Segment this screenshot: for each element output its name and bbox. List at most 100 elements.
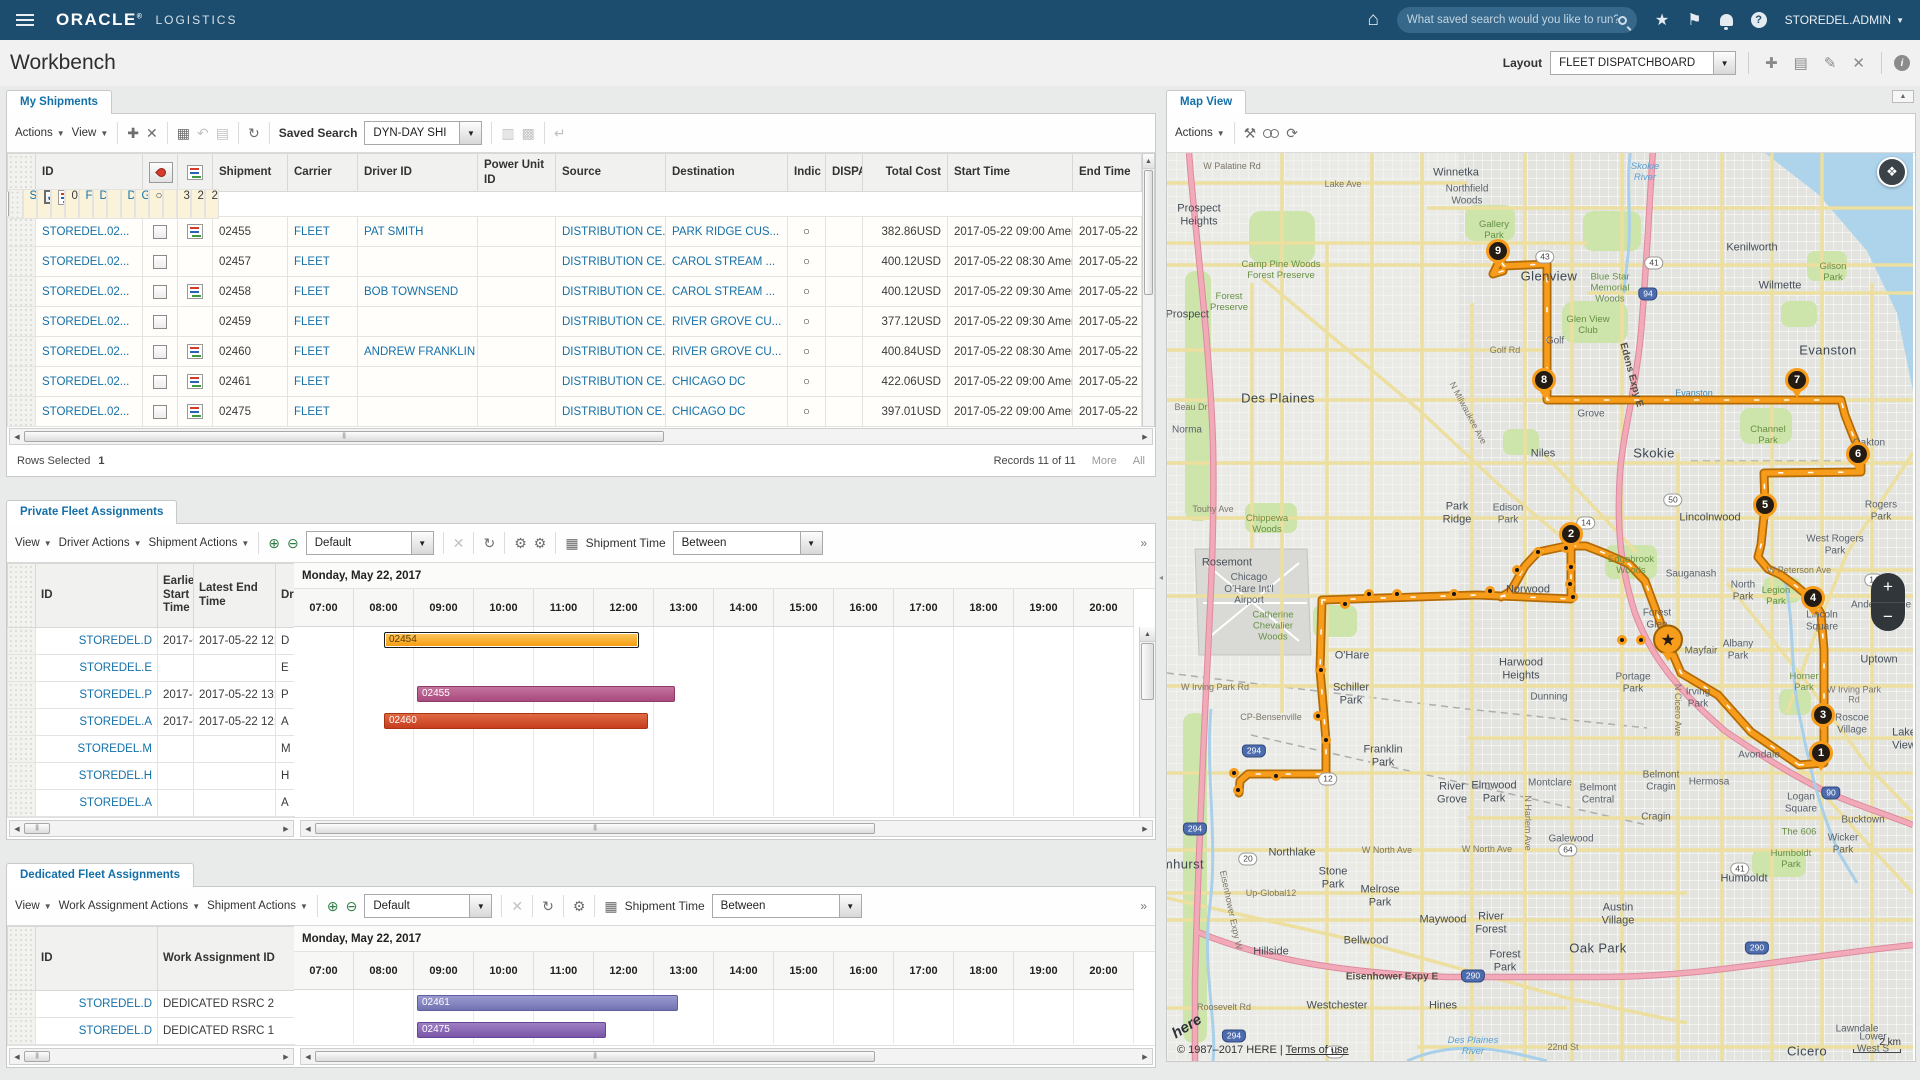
tab-my-shipments[interactable]: My Shipments [6,90,112,114]
hamburger-menu-icon[interactable] [16,14,34,26]
carrier-link[interactable]: FLEET [294,286,330,298]
add-layout-button[interactable]: ✚ [1761,54,1782,72]
col-header-id[interactable]: ID [36,154,143,192]
driver-actions-menu[interactable]: Driver Actions▼ [59,537,142,549]
destination-link[interactable]: CAROL STREAM ... [672,256,775,268]
row-checkbox[interactable] [153,345,167,359]
tab-map-view[interactable]: Map View [1166,90,1246,114]
col-header-shipment[interactable]: Shipment [213,154,288,192]
row-handle[interactable] [8,991,36,1018]
scroll-right-icon[interactable]: ▶ [1138,433,1152,441]
col-header-driver[interactable]: Driver [276,564,295,628]
destination-link[interactable]: CHICAGO DC [672,406,745,418]
zoom-in-icon[interactable]: ⊕ [268,535,280,552]
info-icon[interactable]: i [1894,55,1910,71]
shipment-row[interactable]: STOREDEL.02...02460FLEETANDREW FRANKLIND… [8,337,1142,367]
row-checkbox[interactable] [153,285,167,299]
dedicated-zoom-preset-select[interactable]: Default▼ [364,894,492,918]
private-gantt-vertical-scrollbar[interactable]: ▲ [1139,627,1155,817]
private-zoom-preset-select[interactable]: Default▼ [306,531,434,555]
map-actions-menu[interactable]: Actions▼ [1175,127,1225,139]
dedicated-gantt-scrollbar[interactable]: ◀▶ [300,1048,1153,1065]
undo-icon[interactable]: ↶ [197,125,209,142]
row-handle[interactable] [8,277,36,307]
work-assignment-actions-menu[interactable]: Work Assignment Actions▼ [59,900,200,912]
dedicated-grid-scrollbar[interactable]: ◀▶ [9,1048,294,1065]
dedicated-view-menu[interactable]: View▼ [15,900,52,912]
destination-link[interactable]: CAROL STREAM ... [672,286,775,298]
driver-link[interactable]: ANDREW FRANKLIN [364,346,475,358]
shipments-view-menu[interactable]: View▼ [72,127,109,139]
map-reset-view-icon[interactable]: ⟳ [1286,125,1298,142]
gantt-bar-shipment-02454[interactable]: 02454 [384,632,639,648]
private-legend-icon[interactable]: ▦ [565,535,578,552]
source-link[interactable]: DISTRIBUTION CE... [562,316,666,328]
route-stop-dot[interactable] [1271,771,1281,781]
destination-link[interactable]: RIVER GROVE CU... [672,346,781,358]
driver-id-link[interactable]: STOREDEL.A [79,797,152,809]
map-zoom-in-button[interactable]: + [1871,573,1905,603]
save-icon[interactable]: ▤ [216,125,229,142]
route-stop-1[interactable]: 1 [1809,741,1833,765]
route-stop-3[interactable]: 3 [1811,703,1835,727]
col-header-work-assignment[interactable]: Work Assignment ID [158,927,295,991]
shipment-id-link[interactable]: STOREDEL.02... [30,190,37,202]
tab-private-fleet-assignments[interactable]: Private Fleet Assignments [6,500,177,524]
layout-select[interactable]: FLEET DISPATCHBOARD▼ [1550,51,1736,75]
route-stop-dot[interactable] [1321,735,1331,745]
col-header-id[interactable]: ID [36,564,158,628]
detach-table-icon[interactable]: ▦ [177,125,190,142]
driver-info-icon[interactable]: ⚙ [514,535,527,552]
row-handle[interactable] [8,367,36,397]
driver-row[interactable]: STOREDEL.MM [8,736,295,763]
duplicate-layout-button[interactable]: ▤ [1790,54,1812,72]
driver-link[interactable]: BOB TOWNSEND [364,286,458,298]
route-stop-dot[interactable] [1313,711,1323,721]
row-handle[interactable] [8,709,36,736]
route-stop-dot[interactable] [1533,547,1543,557]
work-assignment-row[interactable]: STOREDEL.DDEDICATED RSRC 1 [8,1018,295,1045]
go-to-icon[interactable]: ↵ [554,125,566,142]
saved-search-select[interactable]: DYN-DAY SHI▼ [364,121,482,145]
saved-search-input[interactable] [1407,14,1618,26]
destination-link[interactable]: PARK RIDGE CUS... [672,226,779,238]
private-clear-icon[interactable]: ✕ [453,535,465,552]
row-handle[interactable] [8,655,36,682]
row-handle[interactable] [8,763,36,790]
notifications-bell-icon[interactable] [1720,14,1733,26]
source-link[interactable]: DISTRIBUTION CE... [562,406,666,418]
dedicated-settings-icon[interactable]: ⚙ [573,898,586,915]
row-gantt-icon[interactable] [187,374,203,389]
driver-id-link[interactable]: STOREDEL.A [79,716,152,728]
route-stop-dot[interactable] [1512,565,1522,575]
driver-row[interactable]: STOREDEL.AA [8,790,295,817]
depot-star-marker[interactable]: ★ [1653,625,1683,655]
row-checkbox[interactable] [153,225,167,239]
row-checkbox[interactable] [153,315,167,329]
row-gantt-icon[interactable] [187,284,203,299]
dedicated-clear-icon[interactable]: ✕ [511,898,523,915]
private-gantt-scrollbar[interactable]: ◀▶ [300,820,1153,837]
delete-row-icon[interactable]: ✕ [146,125,158,142]
source-link[interactable]: DISTRIBUTION CE... [562,226,666,238]
shipment-row[interactable]: STOREDEL.02...02455FLEETPAT SMITHDISTRIB… [8,217,1142,247]
col-header-end-time[interactable]: End Time [1073,154,1142,192]
route-stop-dot[interactable] [1229,768,1239,778]
route-stop-4[interactable]: 4 [1801,586,1825,610]
shipments-horizontal-scrollbar[interactable]: ◀ ▶ [9,428,1153,445]
route-stop-6[interactable]: 6 [1846,442,1870,466]
home-icon[interactable]: ⌂ [1367,9,1378,31]
delete-layout-button[interactable]: ✕ [1848,54,1869,72]
row-handle[interactable] [8,1018,36,1045]
row-handle[interactable] [8,307,36,337]
driver-id-link[interactable]: STOREDEL.P [79,689,152,701]
row-handle[interactable] [8,736,36,763]
carrier-link[interactable]: FLEET [294,256,330,268]
shipment-id-link[interactable]: STOREDEL.02... [42,316,129,328]
row-handle[interactable] [8,628,36,655]
private-fleet-gantt[interactable]: Monday, May 22, 2017 07:0008:0009:0010:0… [294,563,1155,817]
more-link[interactable]: More [1092,455,1117,467]
col-header-map-pin[interactable] [143,154,178,192]
source-link[interactable]: DISTRIBUTION CE... [562,346,666,358]
driver-row[interactable]: STOREDEL.HH [8,763,295,790]
